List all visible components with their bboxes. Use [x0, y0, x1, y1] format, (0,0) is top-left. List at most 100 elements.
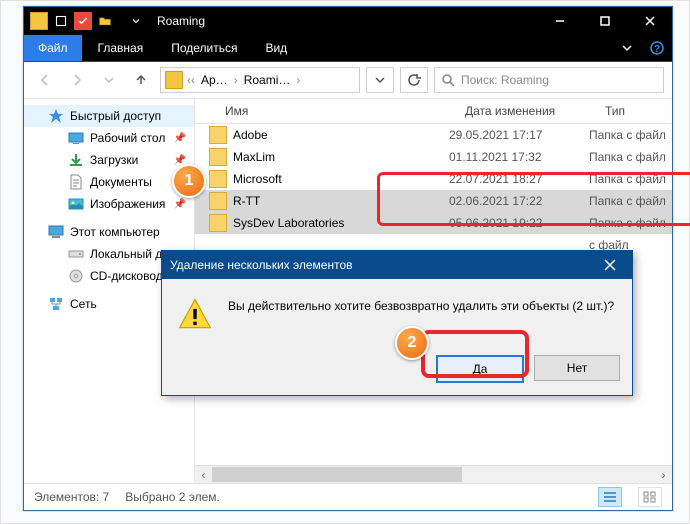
- annotation-badge-1: 1: [172, 164, 206, 198]
- download-icon: [68, 152, 84, 168]
- desktop-icon: [68, 130, 84, 146]
- scroll-thumb[interactable]: [212, 467, 462, 482]
- dialog-title: Удаление нескольких элементов: [170, 258, 353, 272]
- scroll-left-icon[interactable]: ‹: [195, 467, 212, 482]
- nav-up-button[interactable]: [128, 67, 154, 93]
- breadcrumb-seg[interactable]: Roami…: [242, 73, 293, 87]
- table-row[interactable]: R-TT 02.06.2021 17:22Папка с файл: [195, 190, 672, 212]
- file-name: R-TT: [233, 194, 260, 208]
- tab-home[interactable]: Главная: [84, 35, 158, 61]
- pin-icon: 📌: [174, 133, 186, 144]
- file-name: SysDev Laboratories: [233, 216, 344, 230]
- search-input[interactable]: Поиск: Roaming: [434, 67, 664, 93]
- status-bar: Элементов: 7 Выбрано 2 элем.: [24, 483, 672, 510]
- document-icon: [68, 174, 84, 190]
- table-row[interactable]: SysDev Laboratories 05.06.2021 19:22Папка…: [195, 212, 672, 234]
- column-headers: Имя Дата изменения Тип: [195, 99, 672, 124]
- ribbon-help-icon[interactable]: ?: [642, 35, 672, 61]
- refresh-button[interactable]: [400, 67, 428, 93]
- file-date: 02.06.2021 17:22: [449, 194, 589, 208]
- folder-icon: [209, 192, 227, 210]
- svg-text:?: ?: [654, 44, 660, 55]
- no-button[interactable]: Нет: [534, 355, 620, 381]
- folder-icon: [165, 71, 183, 89]
- view-details-button[interactable]: [598, 487, 622, 507]
- folder-icon: [209, 214, 227, 232]
- column-type[interactable]: Тип: [605, 104, 672, 118]
- folder-icon: [209, 126, 227, 144]
- tab-file[interactable]: Файл: [24, 35, 82, 61]
- window-title: Roaming: [151, 7, 537, 35]
- chevron-left-icon[interactable]: ‹‹: [185, 73, 197, 87]
- computer-icon: [48, 224, 64, 240]
- breadcrumb[interactable]: ‹‹ Ap… › Roami… ›: [160, 67, 360, 93]
- sidebar-item-desktop[interactable]: Рабочий стол📌: [24, 127, 194, 149]
- sidebar-item-this-pc[interactable]: Этот компьютер: [24, 221, 194, 243]
- picture-icon: [68, 196, 84, 212]
- view-icons-button[interactable]: [638, 487, 662, 507]
- warning-icon: [178, 297, 212, 331]
- titlebar[interactable]: Roaming: [24, 7, 672, 35]
- maximize-button[interactable]: [582, 7, 627, 35]
- table-row[interactable]: Adobe 29.05.2021 17:17Папка с файл: [195, 124, 672, 146]
- close-button[interactable]: [627, 7, 672, 35]
- disk-icon: [68, 246, 84, 262]
- status-selected: Выбрано 2 элем.: [125, 490, 220, 504]
- horizontal-scrollbar[interactable]: ‹ ›: [195, 465, 672, 483]
- search-placeholder: Поиск: Roaming: [461, 73, 549, 87]
- tab-view[interactable]: Вид: [251, 35, 301, 61]
- qat-checked-icon[interactable]: [74, 12, 92, 30]
- annotation-badge-2: 2: [395, 326, 429, 360]
- column-date[interactable]: Дата изменения: [465, 104, 605, 118]
- status-count: Элементов: 7: [34, 490, 109, 504]
- folder-icon: [209, 148, 227, 166]
- chevron-right-icon: ›: [232, 73, 240, 87]
- nav-back-button[interactable]: [32, 67, 58, 93]
- scroll-track[interactable]: [212, 467, 655, 482]
- column-name[interactable]: Имя: [195, 104, 465, 118]
- search-icon: [441, 73, 455, 87]
- chevron-right-icon: ›: [294, 73, 302, 87]
- qat-dropdown-icon[interactable]: [127, 12, 145, 30]
- file-name: Adobe: [233, 128, 268, 142]
- minimize-button[interactable]: [537, 7, 582, 35]
- nav-forward-button[interactable]: [64, 67, 90, 93]
- file-type: Папка с файл: [589, 128, 672, 142]
- address-dropdown-button[interactable]: [366, 67, 394, 93]
- sidebar-item-quick-access[interactable]: Быстрый доступ: [24, 105, 194, 127]
- scroll-right-icon[interactable]: ›: [655, 467, 672, 482]
- file-type: Папка с файл: [589, 216, 672, 230]
- table-row[interactable]: Microsoft 22.07.2021 18:27Папка с файл: [195, 168, 672, 190]
- dialog-titlebar[interactable]: Удаление нескольких элементов: [162, 251, 632, 279]
- pin-icon: 📌: [174, 199, 186, 210]
- star-icon: [48, 108, 64, 124]
- breadcrumb-seg[interactable]: Ap…: [199, 73, 230, 87]
- qat-properties-icon[interactable]: [52, 12, 70, 30]
- file-date: 01.11.2021 17:32: [449, 150, 589, 164]
- ribbon: Файл Главная Поделиться Вид ?: [24, 35, 672, 62]
- app-icon: [30, 12, 48, 30]
- file-date: 05.06.2021 19:22: [449, 216, 589, 230]
- nav-recent-button[interactable]: [96, 67, 122, 93]
- dialog-close-button[interactable]: [596, 251, 624, 279]
- cd-icon: [68, 268, 84, 284]
- table-row[interactable]: MaxLim 01.11.2021 17:32Папка с файл: [195, 146, 672, 168]
- network-icon: [48, 296, 64, 312]
- confirmation-dialog: Удаление нескольких элементов Вы действи…: [161, 250, 633, 396]
- dialog-message: Вы действительно хотите безвозвратно уда…: [228, 297, 616, 315]
- ribbon-expand-icon[interactable]: [612, 35, 642, 61]
- file-name: Microsoft: [233, 172, 282, 186]
- address-bar: ‹‹ Ap… › Roami… › Поиск: Roaming: [24, 62, 672, 99]
- file-name: MaxLim: [233, 150, 275, 164]
- file-date: 22.07.2021 18:27: [449, 172, 589, 186]
- sidebar-item-documents[interactable]: Документы📌: [24, 171, 194, 193]
- yes-button[interactable]: Да: [436, 355, 524, 383]
- sidebar-item-downloads[interactable]: Загрузки📌: [24, 149, 194, 171]
- qat-folder-icon[interactable]: [96, 12, 114, 30]
- sidebar-item-pictures[interactable]: Изображения📌: [24, 193, 194, 215]
- file-date: 29.05.2021 17:17: [449, 128, 589, 142]
- file-type: Папка с файл: [589, 150, 672, 164]
- file-type: Папка с файл: [589, 172, 672, 186]
- tab-share[interactable]: Поделиться: [157, 35, 251, 61]
- file-type: Папка с файл: [589, 194, 672, 208]
